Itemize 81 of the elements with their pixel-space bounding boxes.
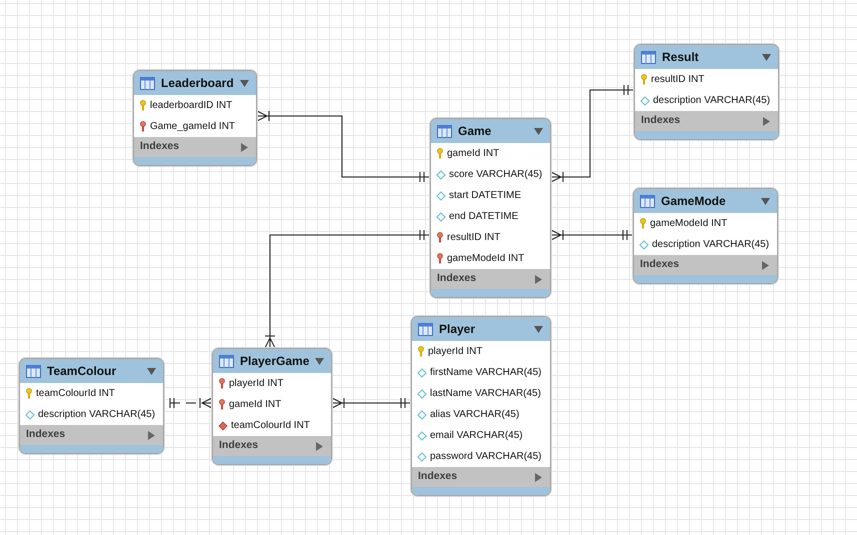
column-name: description VARCHAR(45) xyxy=(653,94,770,108)
table-title: Game xyxy=(458,123,492,140)
column-name: gameId INT xyxy=(229,398,282,412)
diamond-icon xyxy=(639,240,649,250)
table-icon xyxy=(140,76,155,90)
diamond-icon xyxy=(640,96,650,106)
column-name: firstName VARCHAR(45) xyxy=(430,366,542,380)
table-icon xyxy=(26,364,41,378)
column-name: gameModeId INT xyxy=(447,252,524,266)
expand-icon[interactable] xyxy=(763,116,770,126)
column-name: start DATETIME xyxy=(449,189,522,203)
column-name: gameId INT xyxy=(447,147,500,161)
column-name: teamColourId INT xyxy=(36,387,115,401)
table-icon xyxy=(640,194,655,208)
column-name: teamColourId INT xyxy=(231,419,310,433)
key-icon xyxy=(417,346,425,357)
column-name: playerId INT xyxy=(428,345,482,359)
table-title: Leaderboard xyxy=(161,75,234,92)
column-name: lastName VARCHAR(45) xyxy=(430,387,541,401)
column-name: score VARCHAR(45) xyxy=(449,168,542,182)
diamond-icon xyxy=(436,170,446,180)
table-icon xyxy=(219,354,234,368)
table-title: TeamColour xyxy=(47,363,118,380)
column-name: gameModeId INT xyxy=(650,217,728,231)
table-title: PlayerGame xyxy=(240,353,310,370)
column-name: description VARCHAR(45) xyxy=(652,238,770,252)
diamond-icon xyxy=(417,368,427,378)
caret-icon[interactable] xyxy=(147,368,156,374)
key-icon xyxy=(436,148,444,159)
key-icon xyxy=(218,378,226,389)
indexes-label: Indexes xyxy=(418,469,458,484)
column-name: playerId INT xyxy=(229,377,284,391)
caret-icon[interactable] xyxy=(240,80,249,86)
diamond-icon xyxy=(417,452,427,462)
column-name: resultID INT xyxy=(651,73,704,87)
key-icon xyxy=(139,121,147,132)
expand-icon[interactable] xyxy=(762,260,770,270)
indexes-label: Indexes xyxy=(641,113,682,128)
key-icon xyxy=(436,253,444,264)
diamond-icon xyxy=(436,212,446,222)
column-name: password VARCHAR(45) xyxy=(430,450,542,464)
table-icon xyxy=(641,50,656,64)
diamond-icon xyxy=(218,420,228,430)
diamond-icon xyxy=(417,388,427,398)
column-name: end DATETIME xyxy=(449,210,518,224)
expand-icon[interactable] xyxy=(535,274,542,284)
column-name: Game_gameId INT xyxy=(150,120,236,134)
table-title: Player xyxy=(439,321,476,338)
table-title: Result xyxy=(662,49,700,66)
diamond-icon xyxy=(417,410,427,420)
caret-icon[interactable] xyxy=(534,128,544,134)
column-name: description VARCHAR(45) xyxy=(38,408,156,422)
indexes-label: Indexes xyxy=(140,139,180,154)
column-name: email VARCHAR(45) xyxy=(430,429,523,443)
column-name: leaderboardID INT xyxy=(150,99,232,113)
expand-icon[interactable] xyxy=(534,472,542,482)
expand-icon[interactable] xyxy=(316,442,324,450)
column-name: resultID INT xyxy=(447,231,500,245)
indexes-label: Indexes xyxy=(219,438,260,454)
expand-icon[interactable] xyxy=(240,142,248,152)
caret-icon[interactable] xyxy=(762,54,772,60)
column-name: alias VARCHAR(45) xyxy=(430,408,520,422)
key-icon xyxy=(640,74,648,85)
diamond-icon xyxy=(25,410,35,420)
key-icon xyxy=(139,100,147,111)
caret-icon[interactable] xyxy=(534,326,543,332)
table-title: GameMode xyxy=(661,193,727,210)
indexes-label: Indexes xyxy=(437,271,478,286)
caret-icon[interactable] xyxy=(315,358,324,364)
diamond-icon xyxy=(436,190,446,200)
key-icon xyxy=(639,218,647,229)
key-icon xyxy=(25,388,33,399)
table-icon xyxy=(437,124,452,138)
expand-icon[interactable] xyxy=(148,430,156,440)
indexes-label: Indexes xyxy=(26,427,66,442)
caret-icon[interactable] xyxy=(761,198,770,204)
key-icon xyxy=(218,399,226,410)
table-icon xyxy=(418,322,433,336)
diamond-icon xyxy=(417,430,427,440)
indexes-label: Indexes xyxy=(640,257,680,272)
key-icon xyxy=(436,232,444,243)
